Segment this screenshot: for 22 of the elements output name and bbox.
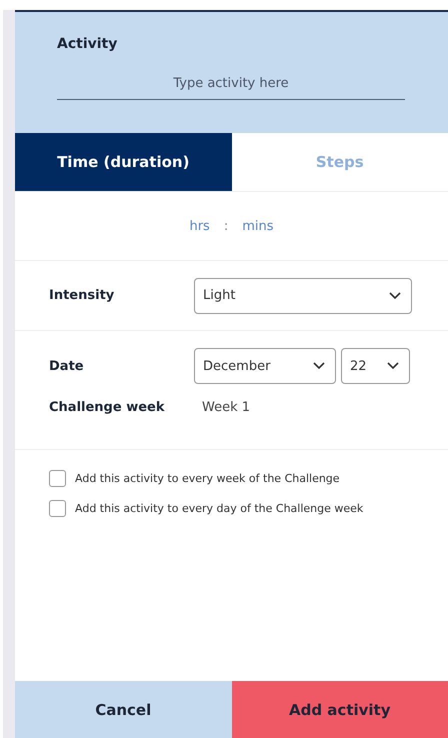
cancel-button[interactable]: Cancel (15, 681, 232, 738)
checkbox[interactable] (49, 470, 66, 487)
intensity-label: Intensity (49, 288, 116, 303)
option-label: Add this activity to every week of the Challenge (75, 472, 340, 485)
day-select[interactable]: 22 (341, 348, 410, 384)
checkbox[interactable] (49, 500, 66, 517)
chevron-icon (389, 292, 401, 300)
separator: : (224, 218, 228, 234)
activity-field[interactable]: Type activity here (57, 72, 405, 100)
hours-field[interactable]: hrs (189, 218, 210, 234)
tab[interactable]: Time (duration) (15, 133, 232, 191)
option-label: Add this activity to every day of the Challenge week (75, 502, 364, 515)
activity-label: Activity (57, 36, 118, 52)
challenge-week-value: Week 1 (202, 400, 250, 415)
date-label: Date (49, 358, 85, 374)
chevron-icon (387, 362, 399, 370)
minutes-field[interactable]: mins (242, 218, 274, 234)
add-button[interactable]: Add activity (232, 681, 448, 738)
month-select[interactable]: December (194, 348, 336, 384)
challenge-week-label: Challenge week (49, 400, 166, 415)
chevron-icon (313, 362, 325, 370)
intensity-select[interactable]: Light (194, 278, 412, 314)
